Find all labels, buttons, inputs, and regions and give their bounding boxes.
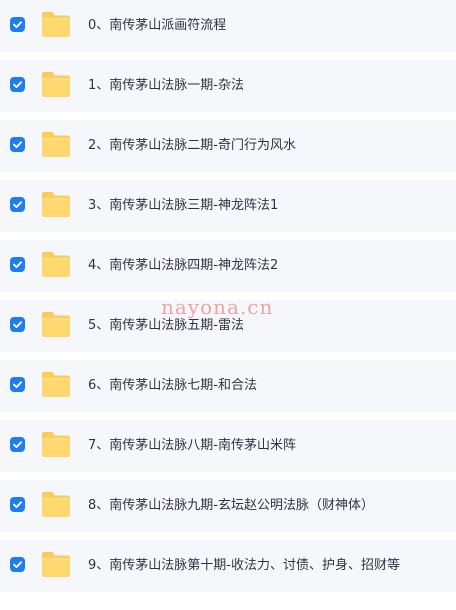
checkbox-checked-icon[interactable] <box>10 437 25 452</box>
checkbox-checked-icon[interactable] <box>10 17 25 32</box>
file-row[interactable]: 7、南传茅山法脉八期-南传茅山米阵 <box>0 420 456 472</box>
file-name: 7、南传茅山法脉八期-南传茅山米阵 <box>88 438 296 453</box>
folder-icon <box>40 309 72 339</box>
folder-icon <box>40 129 72 159</box>
folder-icon <box>40 429 72 459</box>
folder-icon <box>40 489 72 519</box>
folder-icon <box>40 69 72 99</box>
file-name: 4、南传茅山法脉四期-神龙阵法2 <box>88 258 279 273</box>
file-row[interactable]: 0、南传茅山派画符流程 <box>0 0 456 52</box>
file-name: 3、南传茅山法脉三期-神龙阵法1 <box>88 198 279 213</box>
checkbox-checked-icon[interactable] <box>10 557 25 572</box>
folder-icon <box>40 189 72 219</box>
file-name: 0、南传茅山派画符流程 <box>88 18 227 33</box>
folder-icon <box>40 249 72 279</box>
file-row[interactable]: 2、南传茅山法脉二期-奇门行为风水 <box>0 120 456 172</box>
file-name: 6、南传茅山法脉七期-和合法 <box>88 378 257 393</box>
file-name: 9、南传茅山法脉第十期-收法力、讨债、护身、招财等 <box>88 558 400 573</box>
file-row[interactable]: 1、南传茅山法脉一期-杂法 <box>0 60 456 112</box>
folder-icon <box>40 369 72 399</box>
watermark: nayona.cn <box>161 295 274 319</box>
file-row[interactable]: 9、南传茅山法脉第十期-收法力、讨债、护身、招财等 <box>0 540 456 592</box>
checkbox-checked-icon[interactable] <box>10 377 25 392</box>
file-name: 2、南传茅山法脉二期-奇门行为风水 <box>88 138 296 153</box>
folder-icon <box>40 9 72 39</box>
file-row[interactable]: 3、南传茅山法脉三期-神龙阵法1 <box>0 180 456 232</box>
file-name: 1、南传茅山法脉一期-杂法 <box>88 78 244 93</box>
checkbox-checked-icon[interactable] <box>10 257 25 272</box>
file-name: 8、南传茅山法脉九期-玄坛赵公明法脉（财神体） <box>88 498 374 513</box>
checkbox-checked-icon[interactable] <box>10 317 25 332</box>
file-row[interactable]: 8、南传茅山法脉九期-玄坛赵公明法脉（财神体） <box>0 480 456 532</box>
folder-icon <box>40 549 72 579</box>
checkbox-checked-icon[interactable] <box>10 137 25 152</box>
file-row[interactable]: 4、南传茅山法脉四期-神龙阵法2 <box>0 240 456 292</box>
checkbox-checked-icon[interactable] <box>10 497 25 512</box>
file-row[interactable]: 6、南传茅山法脉七期-和合法 <box>0 360 456 412</box>
file-list: 0、南传茅山派画符流程 1、南传茅山法脉一期-杂法 2、南传茅山法脉二期-奇门行… <box>0 0 456 610</box>
checkbox-checked-icon[interactable] <box>10 197 25 212</box>
checkbox-checked-icon[interactable] <box>10 77 25 92</box>
